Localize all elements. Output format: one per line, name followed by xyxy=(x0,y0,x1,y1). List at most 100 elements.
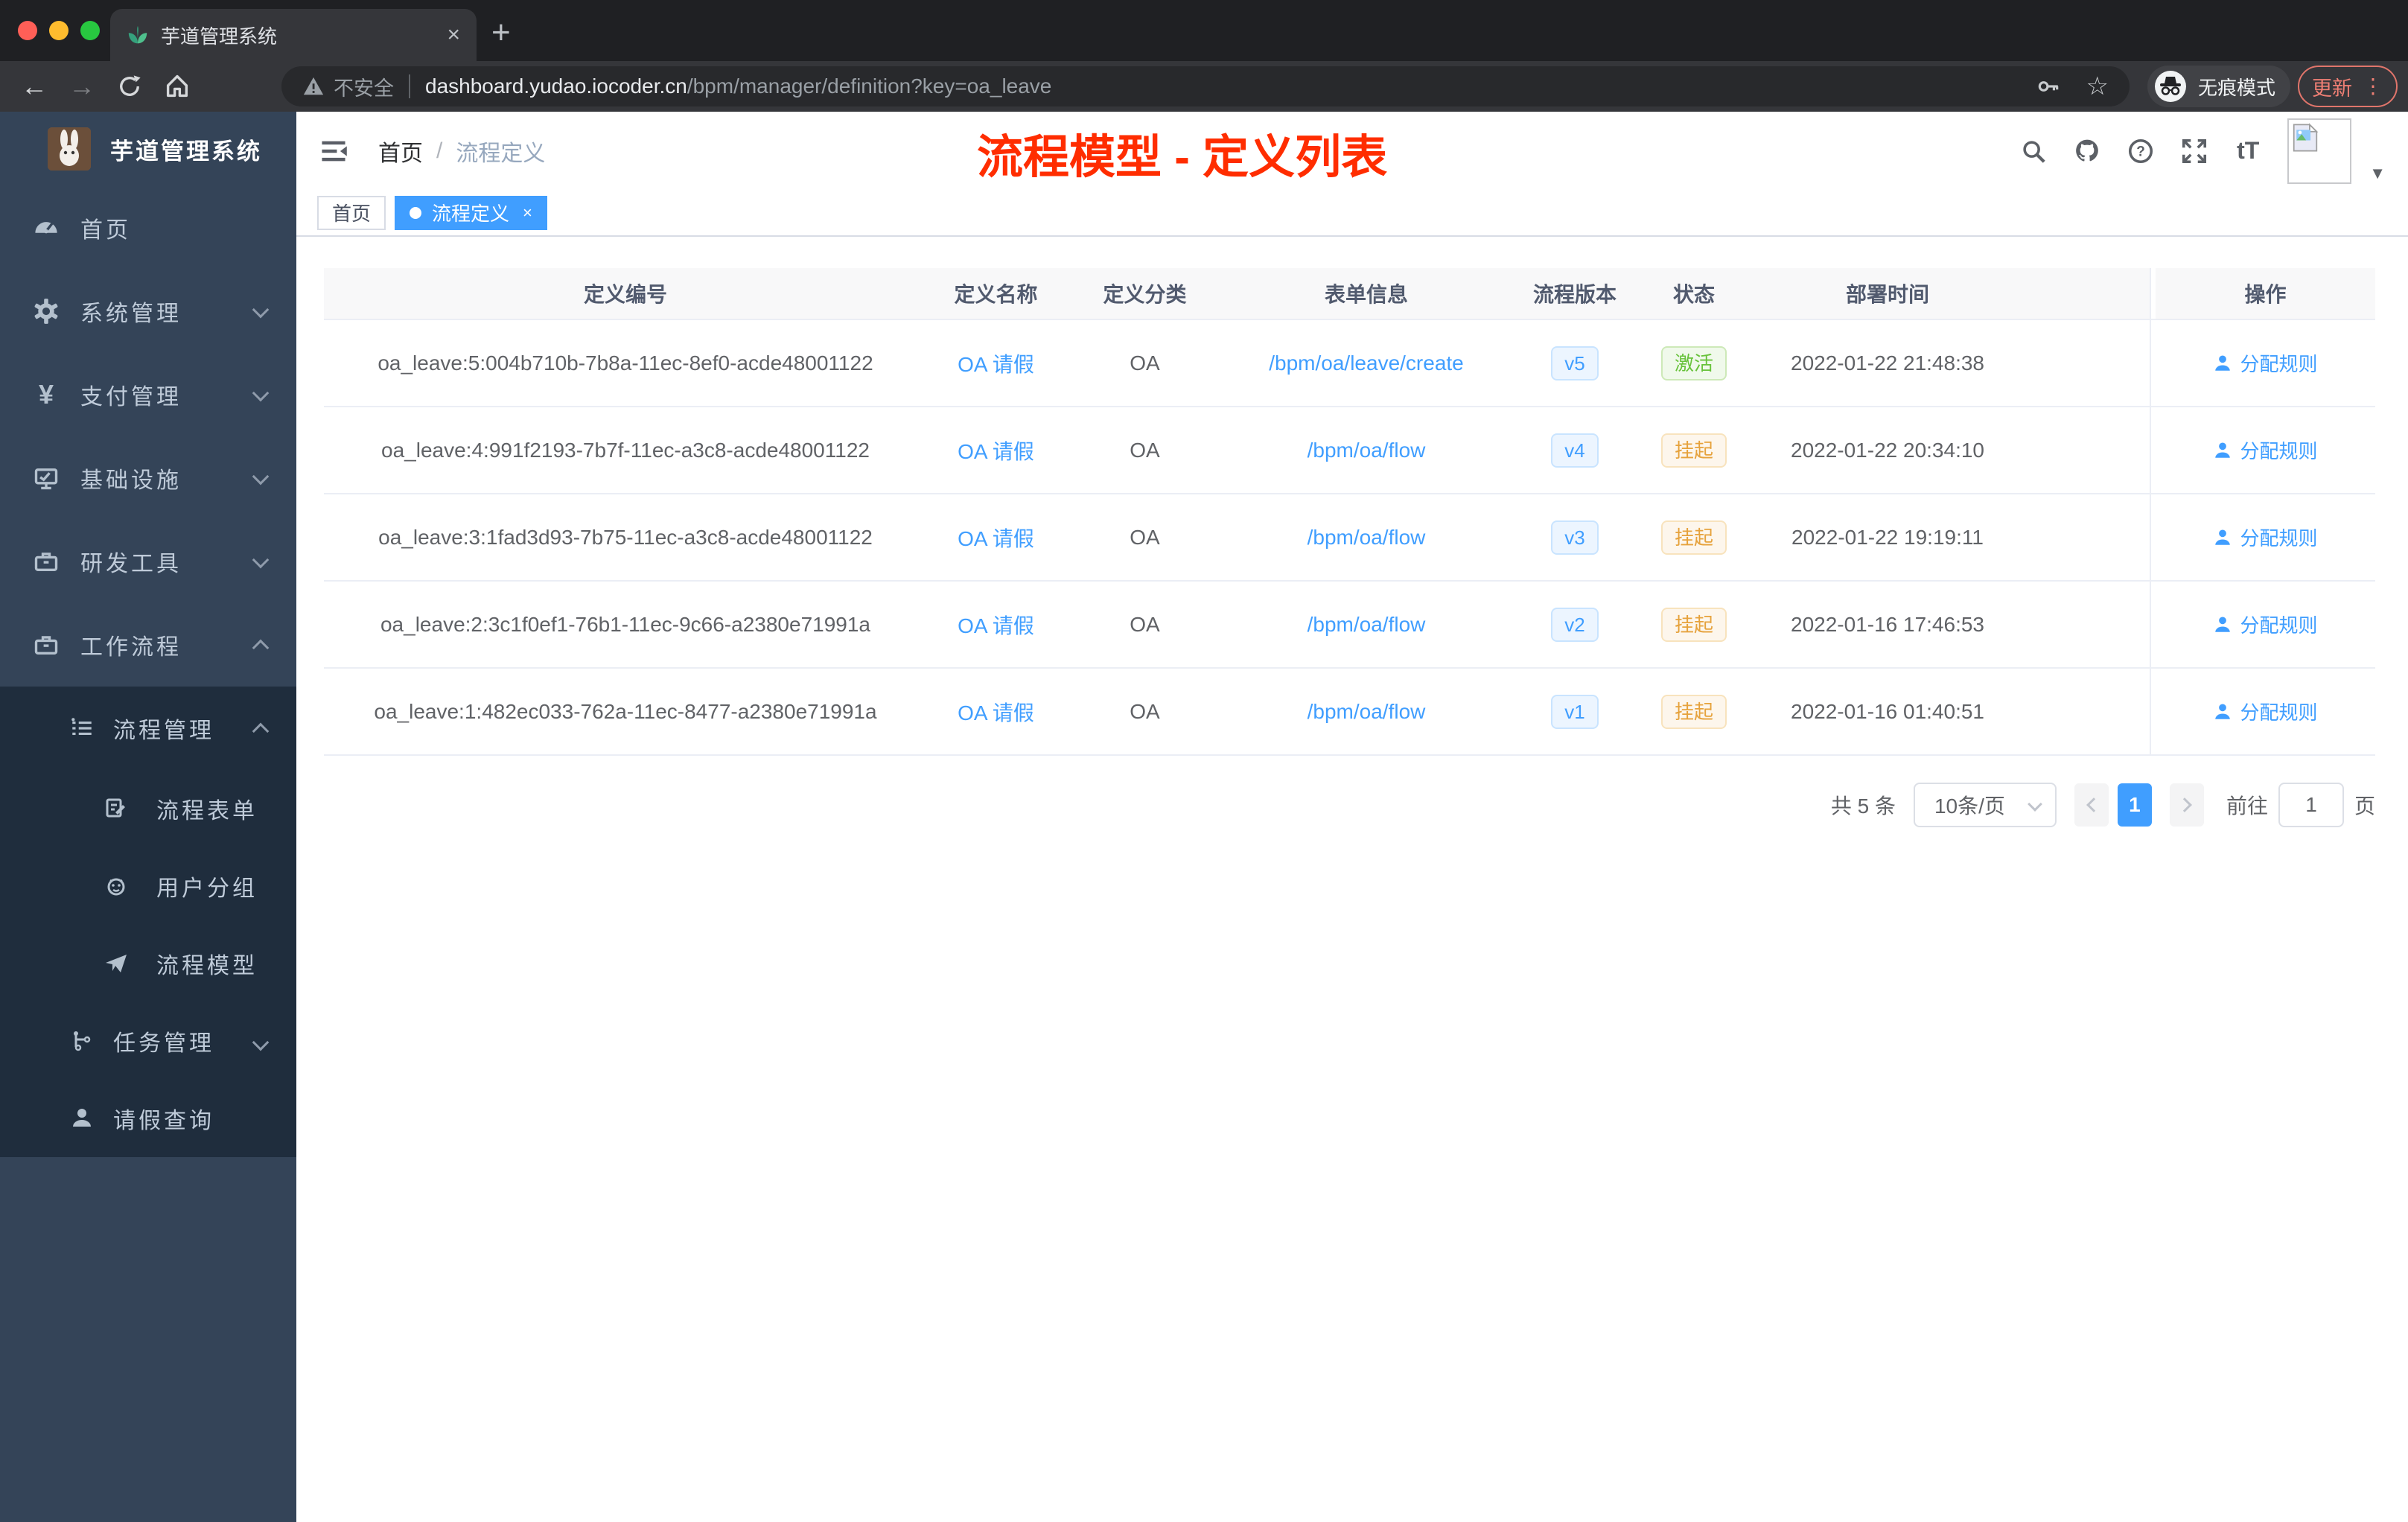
home-button[interactable] xyxy=(164,73,191,100)
sidebar-item-process-form[interactable]: 流程表单 xyxy=(0,770,296,847)
definition-category: OA xyxy=(1130,525,1160,549)
next-page-button[interactable] xyxy=(2169,783,2204,827)
tab-title: 芋道管理系统 xyxy=(161,25,278,48)
form-link[interactable]: /bpm/oa/leave/create xyxy=(1269,351,1464,375)
goto-page-input[interactable] xyxy=(2278,783,2344,827)
breadcrumb-separator: / xyxy=(436,138,443,163)
browser-chrome: 芋道管理系统 × + ← → 不安全 dashboard.yudao.iocod… xyxy=(0,0,2408,112)
sidebar-item-label: 流程表单 xyxy=(156,799,258,824)
definition-name-link[interactable]: OA 请假 xyxy=(958,348,1034,378)
task-tree-icon xyxy=(69,1028,95,1054)
prev-page-button[interactable] xyxy=(2074,783,2109,827)
status-badge: 挂起 xyxy=(1660,694,1727,729)
active-dot xyxy=(410,206,422,219)
forward-button[interactable]: → xyxy=(69,73,95,100)
password-key-icon[interactable] xyxy=(2036,74,2061,99)
font-size-icon[interactable]: tT xyxy=(2234,137,2262,165)
assign-rule-button[interactable]: 分配规则 xyxy=(2213,611,2318,638)
close-window-button[interactable] xyxy=(18,21,37,40)
sidebar-item-workflow[interactable]: 工作流程 xyxy=(0,603,296,687)
sidebar-item-task-mgmt[interactable]: 任务管理 xyxy=(0,1002,296,1080)
definition-name-link[interactable]: OA 请假 xyxy=(958,436,1034,465)
version-badge: v2 xyxy=(1551,607,1599,642)
sidebar-item-devtools[interactable]: 研发工具 xyxy=(0,520,296,603)
browser-menu-icon[interactable]: ⋮ xyxy=(2363,76,2383,97)
deploy-time: 2022-01-16 01:40:51 xyxy=(1791,699,1984,723)
address-bar[interactable]: 不安全 dashboard.yudao.iocoder.cn/bpm/manag… xyxy=(281,66,2130,106)
status-badge: 挂起 xyxy=(1660,433,1727,468)
sidebar-item-home[interactable]: 首页 xyxy=(0,186,296,270)
tag-close-icon[interactable]: × xyxy=(523,203,532,223)
version-badge: v3 xyxy=(1551,520,1599,555)
monitor-icon xyxy=(33,465,60,491)
annotation-title: 流程模型 - 定义列表 xyxy=(977,132,1388,183)
tag-home[interactable]: 首页 xyxy=(317,195,386,230)
column-header: 表单信息 xyxy=(1324,283,1408,306)
user-icon xyxy=(2215,529,2231,545)
search-icon[interactable] xyxy=(2019,137,2048,165)
reload-button[interactable] xyxy=(116,73,143,100)
goto-unit-label: 页 xyxy=(2354,795,2375,818)
sidebar-item-label: 基础设施 xyxy=(80,468,182,493)
sidebar-item-process-mgmt[interactable]: 流程管理 xyxy=(0,687,296,770)
deploy-time: 2022-01-16 17:46:53 xyxy=(1791,612,1984,636)
minimize-window-button[interactable] xyxy=(49,21,69,40)
definition-id: oa_leave:5:004b710b-7b8a-11ec-8ef0-acde4… xyxy=(378,351,873,375)
maximize-window-button[interactable] xyxy=(80,21,100,40)
avatar-caret-icon[interactable]: ▼ xyxy=(2369,164,2386,183)
current-page[interactable]: 1 xyxy=(2117,783,2152,827)
help-icon[interactable]: ? xyxy=(2127,137,2155,165)
definition-id: oa_leave:3:1fad3d93-7b75-11ec-a3c8-acde4… xyxy=(378,525,873,549)
sidebar-collapse-icon[interactable] xyxy=(319,136,348,166)
back-button[interactable]: ← xyxy=(21,73,48,100)
form-link[interactable]: /bpm/oa/flow xyxy=(1307,613,1426,637)
column-header: 流程版本 xyxy=(1532,283,1617,306)
browser-tab[interactable]: 芋道管理系统 × xyxy=(110,9,477,61)
sidebar-item-leave-query[interactable]: 请假查询 xyxy=(0,1080,296,1157)
paper-plane-icon xyxy=(103,950,130,977)
chevron-up-icon xyxy=(252,639,270,657)
new-tab-button[interactable]: + xyxy=(491,16,511,49)
user-avatar[interactable] xyxy=(2287,118,2352,184)
definition-name-link[interactable]: OA 请假 xyxy=(958,523,1034,553)
user-icon xyxy=(2215,442,2231,458)
sidebar-item-label: 任务管理 xyxy=(113,1031,214,1056)
chevron-down-icon xyxy=(2028,797,2042,812)
sidebar-item-label: 支付管理 xyxy=(80,385,182,410)
assign-rule-button[interactable]: 分配规则 xyxy=(2213,698,2318,725)
form-link[interactable]: /bpm/oa/flow xyxy=(1307,526,1426,550)
sidebar-item-infra[interactable]: 基础设施 xyxy=(0,436,296,520)
assign-rule-button[interactable]: 分配规则 xyxy=(2213,523,2318,551)
tab-close-icon[interactable]: × xyxy=(447,24,460,46)
definition-name-link[interactable]: OA 请假 xyxy=(958,610,1034,640)
logo-avatar xyxy=(48,127,91,171)
form-link[interactable]: /bpm/oa/flow xyxy=(1307,439,1426,462)
assign-rule-button[interactable]: 分配规则 xyxy=(2213,436,2318,464)
user-icon xyxy=(2215,354,2231,371)
column-header: 定义编号 xyxy=(583,283,667,306)
fullscreen-icon[interactable] xyxy=(2180,137,2208,165)
security-label[interactable]: 不安全 xyxy=(334,72,394,101)
deploy-time: 2022-01-22 20:34:10 xyxy=(1791,438,1984,462)
svg-text:?: ? xyxy=(2136,144,2145,159)
form-link[interactable]: /bpm/oa/flow xyxy=(1307,700,1426,724)
github-icon[interactable] xyxy=(2073,137,2101,165)
sidebar-item-user-group[interactable]: 用户分组 xyxy=(0,847,296,925)
bookmark-star-icon[interactable]: ☆ xyxy=(2086,74,2109,99)
assign-rule-button[interactable]: 分配规则 xyxy=(2213,349,2318,377)
browser-update-button[interactable]: 更新 ⋮ xyxy=(2298,66,2398,107)
sidebar-item-system[interactable]: 系统管理 xyxy=(0,270,296,353)
sidebar-item-label: 流程模型 xyxy=(156,954,258,978)
status-badge: 激活 xyxy=(1660,346,1727,380)
fixed-column-divider xyxy=(2150,582,2156,667)
fixed-column-divider xyxy=(2150,494,2156,580)
definition-name-link[interactable]: OA 请假 xyxy=(958,697,1034,727)
sidebar-item-payment[interactable]: ¥ 支付管理 xyxy=(0,353,296,436)
breadcrumb: 首页 / 流程定义 xyxy=(378,135,545,168)
sidebar-item-label: 工作流程 xyxy=(80,635,182,660)
page-size-select[interactable]: 10条/页 xyxy=(1913,783,2057,827)
tag-process-definition[interactable]: 流程定义 × xyxy=(395,195,547,230)
sidebar-item-process-model[interactable]: 流程模型 xyxy=(0,925,296,1002)
user-icon xyxy=(2215,616,2231,632)
breadcrumb-home[interactable]: 首页 xyxy=(378,135,423,168)
